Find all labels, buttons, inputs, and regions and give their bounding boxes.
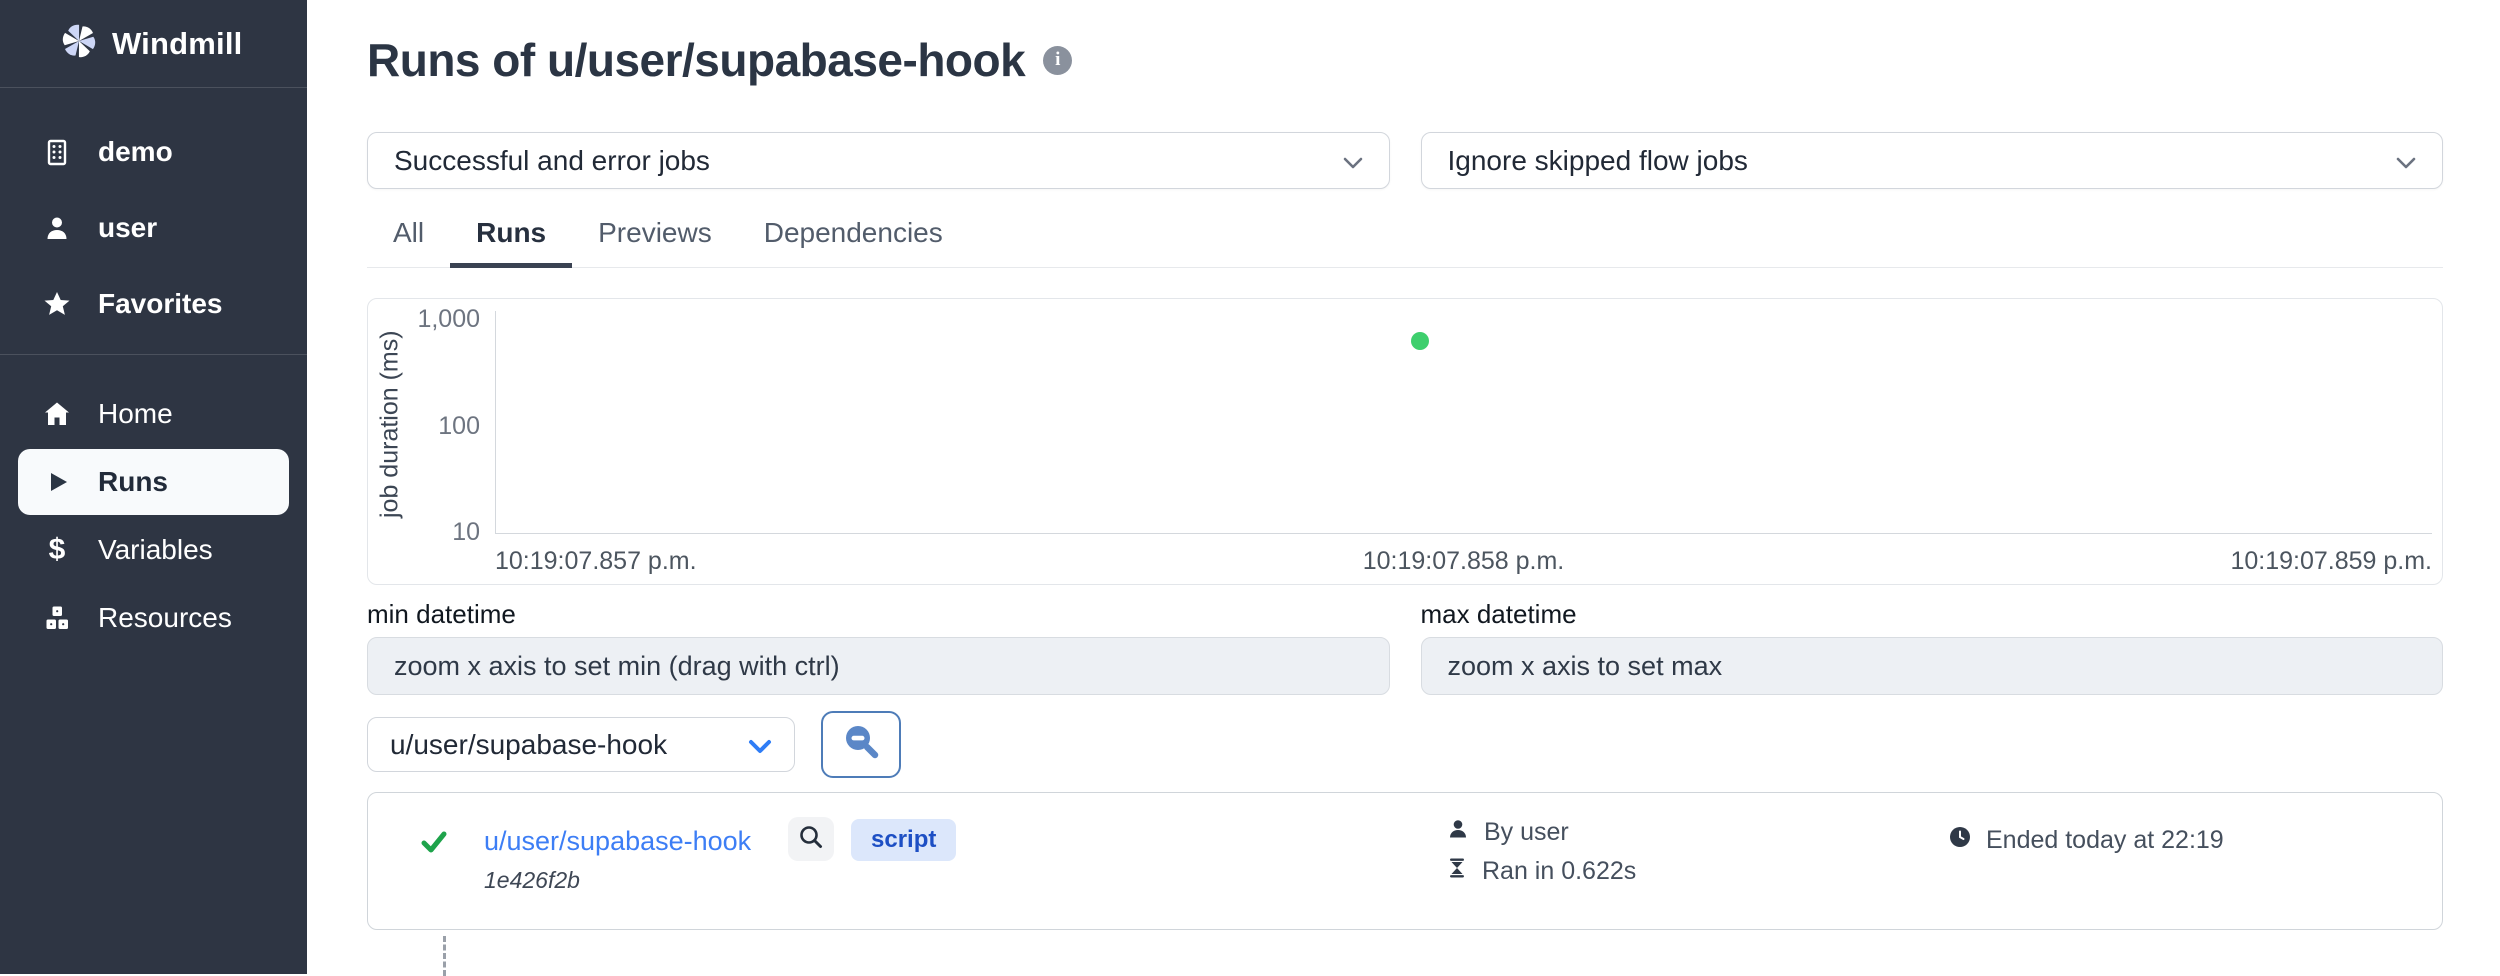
status-filter-value: Successful and error jobs [394,145,710,177]
brand[interactable]: Windmill [0,0,307,88]
x-tick: 10:19:07.859 p.m. [2230,547,2432,576]
star-icon [40,289,74,319]
search-jobs-button[interactable] [821,711,901,778]
run-by-line: By user [1446,817,1636,848]
variables-label: Variables [98,534,213,566]
y-tick: 100 [368,412,480,441]
path-filter-row: u/user/supabase-hook [367,711,2443,778]
nav-group: Home Runs $ Variables [0,355,307,651]
success-check-icon [419,827,449,862]
run-data-point[interactable] [1411,332,1429,350]
sidebar-item-favorites[interactable]: Favorites [0,266,307,342]
run-meta: By user Ran in 0.622s [1446,817,1636,886]
dollar-icon: $ [40,533,74,567]
min-datetime-input[interactable] [367,637,1390,695]
y-tick: 1,000 [368,305,480,334]
max-datetime-label: max datetime [1421,599,2444,630]
run-path-link[interactable]: u/user/supabase-hook [484,826,751,857]
tab-runs[interactable]: Runs [450,211,572,268]
duration-chart[interactable]: job duration (ms) 1,000 100 10 10:19:07.… [367,298,2443,585]
main-content: Runs of u/user/supabase-hook i Successfu… [307,0,2500,974]
min-datetime-label: min datetime [367,599,1390,630]
max-datetime-group: max datetime [1421,599,2444,695]
chevron-down-icon [1343,145,1363,177]
zoom-out-search-icon [840,721,882,768]
x-tick: 10:19:07.858 p.m. [1363,547,1565,576]
info-icon[interactable]: i [1043,46,1072,75]
status-filter-select[interactable]: Successful and error jobs [367,132,1390,189]
job-kind-badge: script [851,819,956,861]
chart-plot-area[interactable] [495,311,2432,534]
run-list-item[interactable]: u/user/supabase-hook script 1e426f2b By … [367,792,2443,930]
home-icon [40,399,74,429]
min-datetime-group: min datetime [367,599,1390,695]
job-kind-tabs: All Runs Previews Dependencies [367,211,2443,268]
windmill-logo-icon [60,22,98,65]
sidebar-item-variables[interactable]: $ Variables [18,517,289,583]
inspect-run-button[interactable] [788,817,834,861]
workspace-group: demo user Favorites [0,88,307,342]
workspace-label: demo [98,136,173,168]
building-icon [40,137,74,167]
favorites-label: Favorites [98,288,223,320]
page-title: Runs of u/user/supabase-hook [367,33,1025,87]
datetime-filter-row: min datetime max datetime [367,599,2443,695]
user-icon [40,213,74,243]
tab-all[interactable]: All [367,211,450,268]
run-ended-text: Ended today at 22:19 [1986,826,2224,855]
chart-x-ticks: 10:19:07.857 p.m. 10:19:07.858 p.m. 10:1… [495,547,2432,576]
play-icon [40,468,74,496]
run-by-text: By user [1484,818,1569,847]
chevron-down-icon [748,729,772,761]
hourglass-icon [1446,857,1468,886]
brand-name: Windmill [112,26,242,62]
sidebar-item-resources[interactable]: Resources [18,585,289,651]
home-label: Home [98,398,173,430]
clock-icon [1948,825,1972,856]
y-tick: 10 [368,518,480,547]
x-tick: 10:19:07.857 p.m. [495,547,697,576]
path-filter-select[interactable]: u/user/supabase-hook [367,717,795,772]
skip-filter-select[interactable]: Ignore skipped flow jobs [1421,132,2444,189]
sidebar: Windmill demo user [0,0,307,974]
run-ended-line: Ended today at 22:19 [1948,825,2224,856]
magnifier-icon [798,824,824,855]
sidebar-item-user[interactable]: user [0,190,307,266]
max-datetime-input[interactable] [1421,637,2444,695]
run-duration-text: Ran in 0.622s [1482,857,1636,886]
page-header: Runs of u/user/supabase-hook i [367,33,2443,87]
tab-previews[interactable]: Previews [572,211,738,268]
sidebar-item-runs[interactable]: Runs [18,449,289,515]
runs-label: Runs [98,466,168,498]
chevron-down-icon [2396,145,2416,177]
tab-dependencies[interactable]: Dependencies [738,211,969,268]
person-icon [1446,817,1470,848]
timeline-connector [443,936,446,976]
sidebar-item-home[interactable]: Home [18,381,289,447]
skip-filter-value: Ignore skipped flow jobs [1448,145,1748,177]
user-label: user [98,212,157,244]
cubes-icon [40,603,74,633]
run-duration-line: Ran in 0.622s [1446,857,1636,886]
sidebar-item-workspace[interactable]: demo [0,114,307,190]
run-id: 1e426f2b [484,867,580,894]
job-filter-row: Successful and error jobs Ignore skipped… [367,132,2443,189]
resources-label: Resources [98,602,232,634]
path-filter-value: u/user/supabase-hook [390,729,667,761]
